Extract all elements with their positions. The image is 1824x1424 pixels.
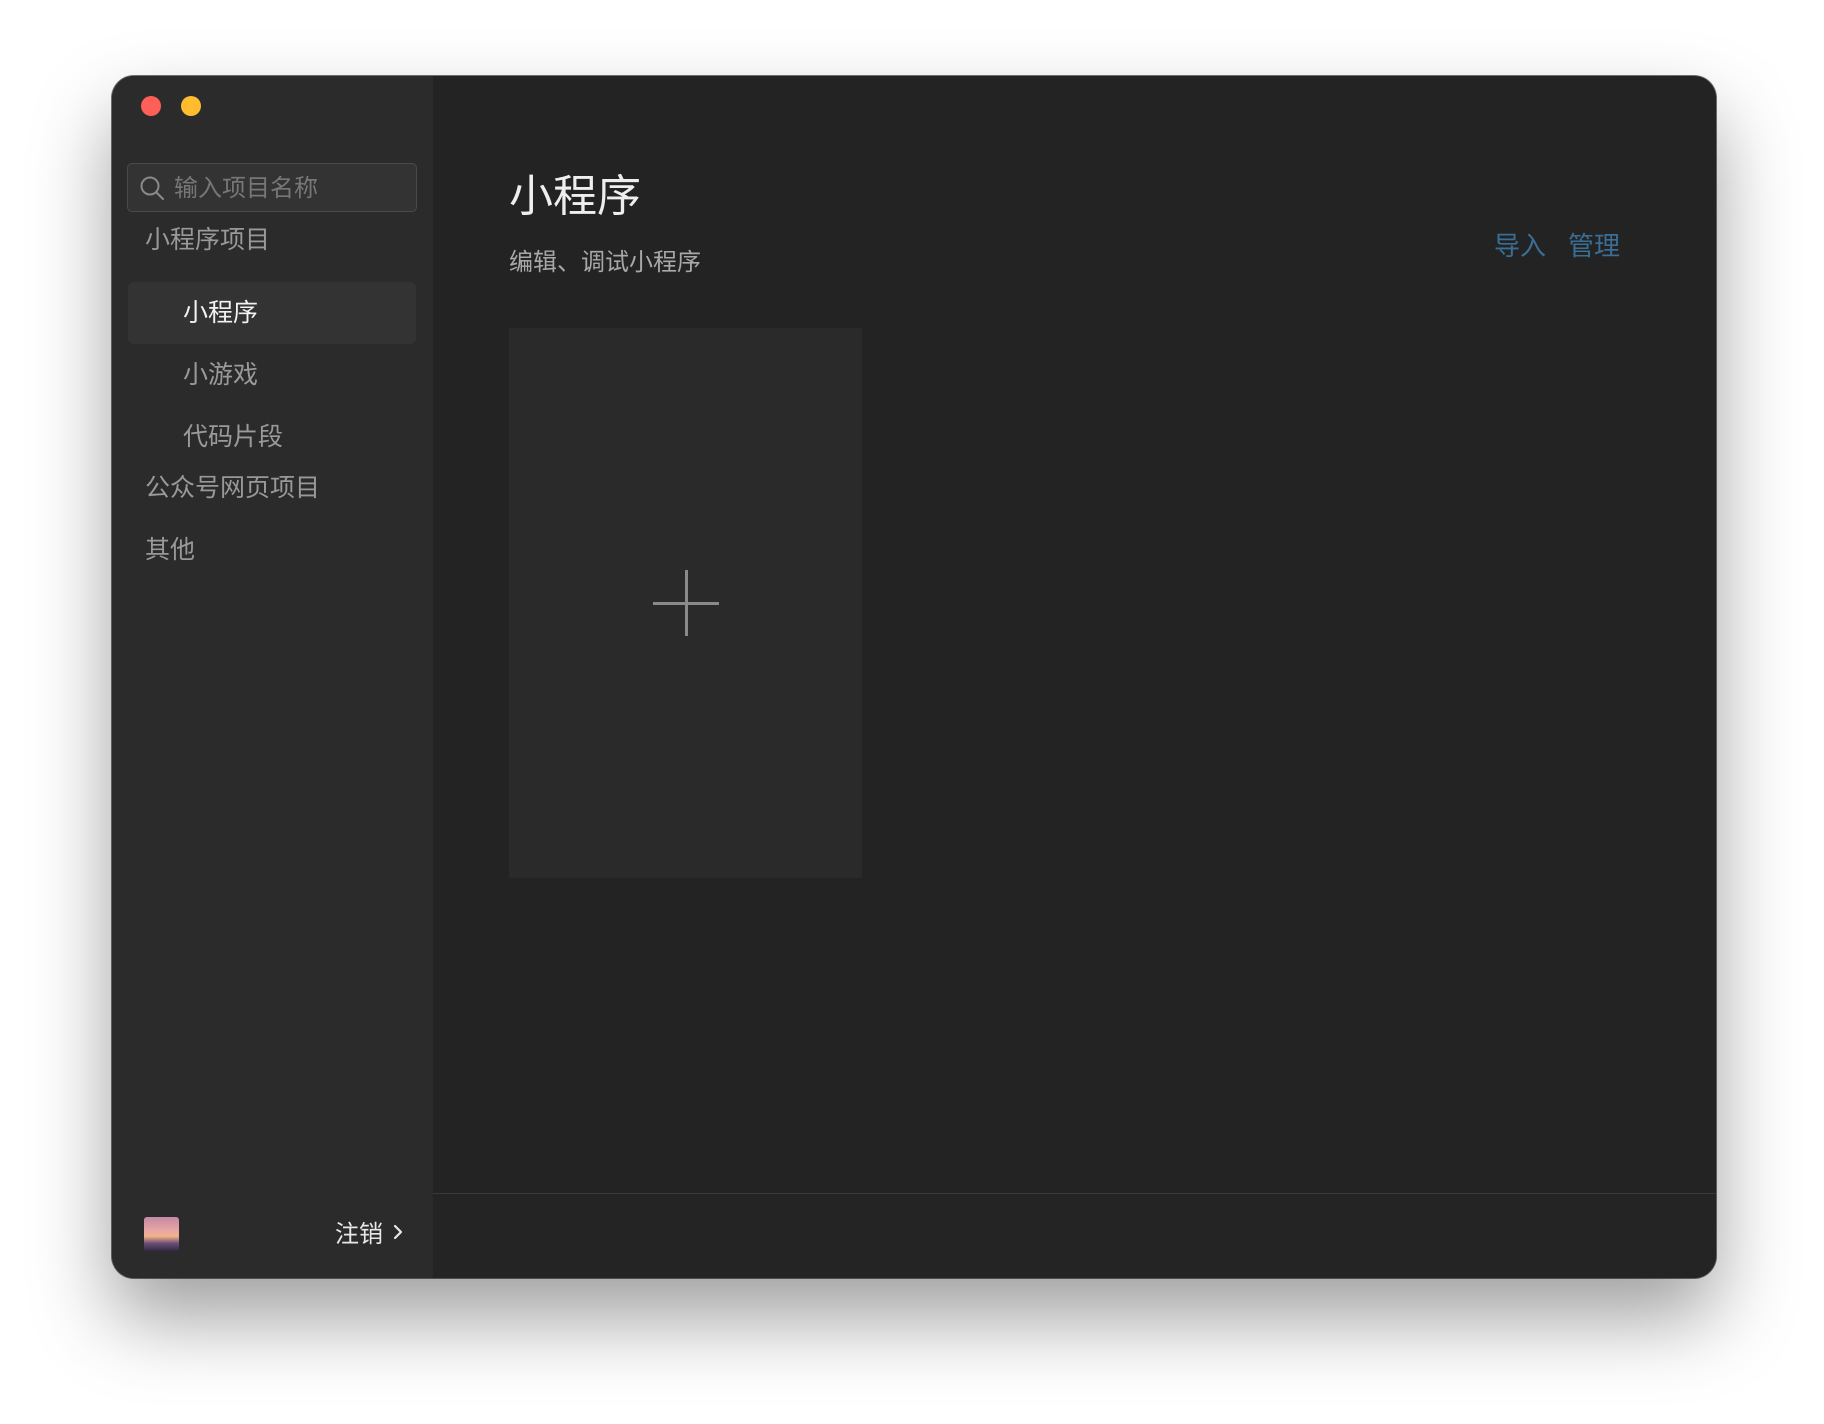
sidebar: 小程序项目 小程序 小游戏 代码片段 公众号网页项目 其他 注销 xyxy=(112,76,474,1278)
logout-label: 注销 xyxy=(335,1220,383,1248)
window-controls xyxy=(141,96,201,116)
import-link[interactable]: 导入 xyxy=(1494,226,1546,263)
page-title: 小程序 xyxy=(509,171,641,222)
nav-group-miniprogram-projects[interactable]: 小程序项目 xyxy=(145,220,270,256)
sidebar-item-miniprogram[interactable]: 小程序 xyxy=(128,282,416,344)
page-subtitle: 编辑、调试小程序 xyxy=(509,248,701,276)
app-window: 小程序项目 小程序 小游戏 代码片段 公众号网页项目 其他 注销 小程 xyxy=(112,76,1716,1278)
sidebar-item-minigame[interactable]: 小游戏 xyxy=(128,344,416,406)
minimize-window-button[interactable] xyxy=(181,96,201,116)
logout-button[interactable]: 注销 xyxy=(335,1214,403,1249)
sidebar-item-code-snippets[interactable]: 代码片段 xyxy=(128,406,416,468)
nav-group-official-account-web[interactable]: 公众号网页项目 xyxy=(145,468,320,504)
nav-group-other[interactable]: 其他 xyxy=(145,530,195,566)
search-box[interactable] xyxy=(127,163,474,212)
search-input[interactable] xyxy=(174,173,474,202)
bottom-bar xyxy=(433,1193,1716,1278)
chevron-right-icon xyxy=(393,1224,403,1239)
search-icon xyxy=(140,176,164,200)
new-project-card[interactable] xyxy=(509,328,862,878)
manage-link[interactable]: 管理 xyxy=(1568,226,1620,263)
main-panel: 小程序 编辑、调试小程序 导入 管理 xyxy=(433,76,1716,1278)
user-footer: 注销 xyxy=(112,1182,433,1278)
header-actions: 导入 管理 xyxy=(1494,226,1620,263)
sidebar-item-label: 小程序 xyxy=(183,298,259,327)
sidebar-item-label: 代码片段 xyxy=(183,422,284,451)
avatar[interactable] xyxy=(144,1217,179,1252)
sidebar-item-label: 小游戏 xyxy=(183,360,259,389)
plus-icon xyxy=(652,570,719,636)
close-window-button[interactable] xyxy=(141,96,161,116)
